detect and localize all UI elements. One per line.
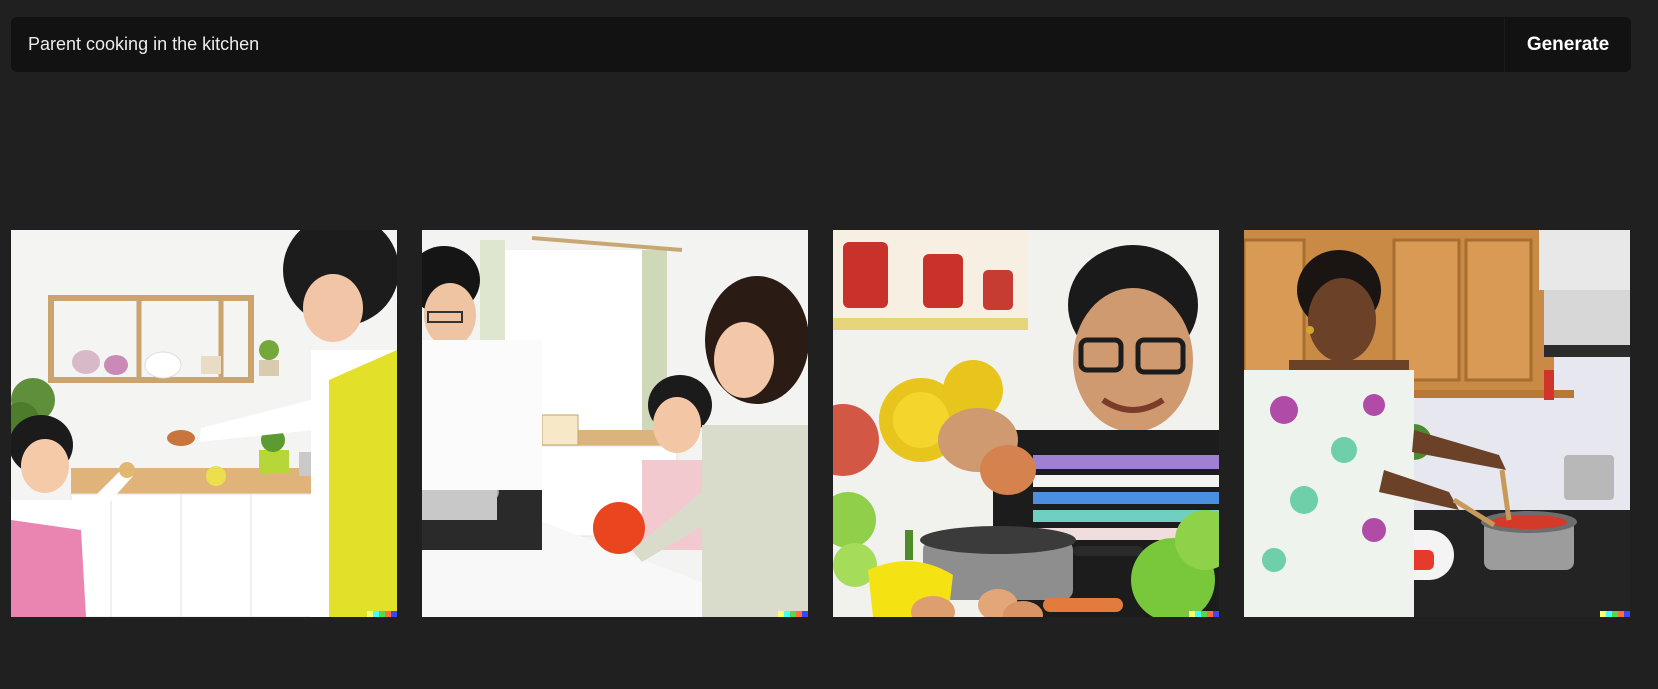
result-image-2-art xyxy=(422,230,808,617)
signature-swatch-5 xyxy=(1213,611,1219,617)
result-image-4[interactable] xyxy=(1244,230,1630,617)
result-image-1-art xyxy=(11,230,397,617)
result-image-3[interactable] xyxy=(833,230,1219,617)
signature-swatch-5 xyxy=(802,611,808,617)
image-signature xyxy=(1600,611,1630,617)
results-grid xyxy=(11,230,1630,617)
result-image-2[interactable] xyxy=(422,230,808,617)
image-signature xyxy=(1189,611,1219,617)
signature-swatch-5 xyxy=(391,611,397,617)
prompt-bar: Parent cooking in the kitchen Generate xyxy=(11,17,1631,72)
generate-button[interactable]: Generate xyxy=(1505,17,1631,72)
result-image-4-art xyxy=(1244,230,1630,617)
image-signature xyxy=(778,611,808,617)
image-signature xyxy=(367,611,397,617)
signature-swatch-5 xyxy=(1624,611,1630,617)
result-image-1[interactable] xyxy=(11,230,397,617)
result-image-3-art xyxy=(833,230,1219,617)
prompt-input[interactable]: Parent cooking in the kitchen xyxy=(11,34,1504,55)
